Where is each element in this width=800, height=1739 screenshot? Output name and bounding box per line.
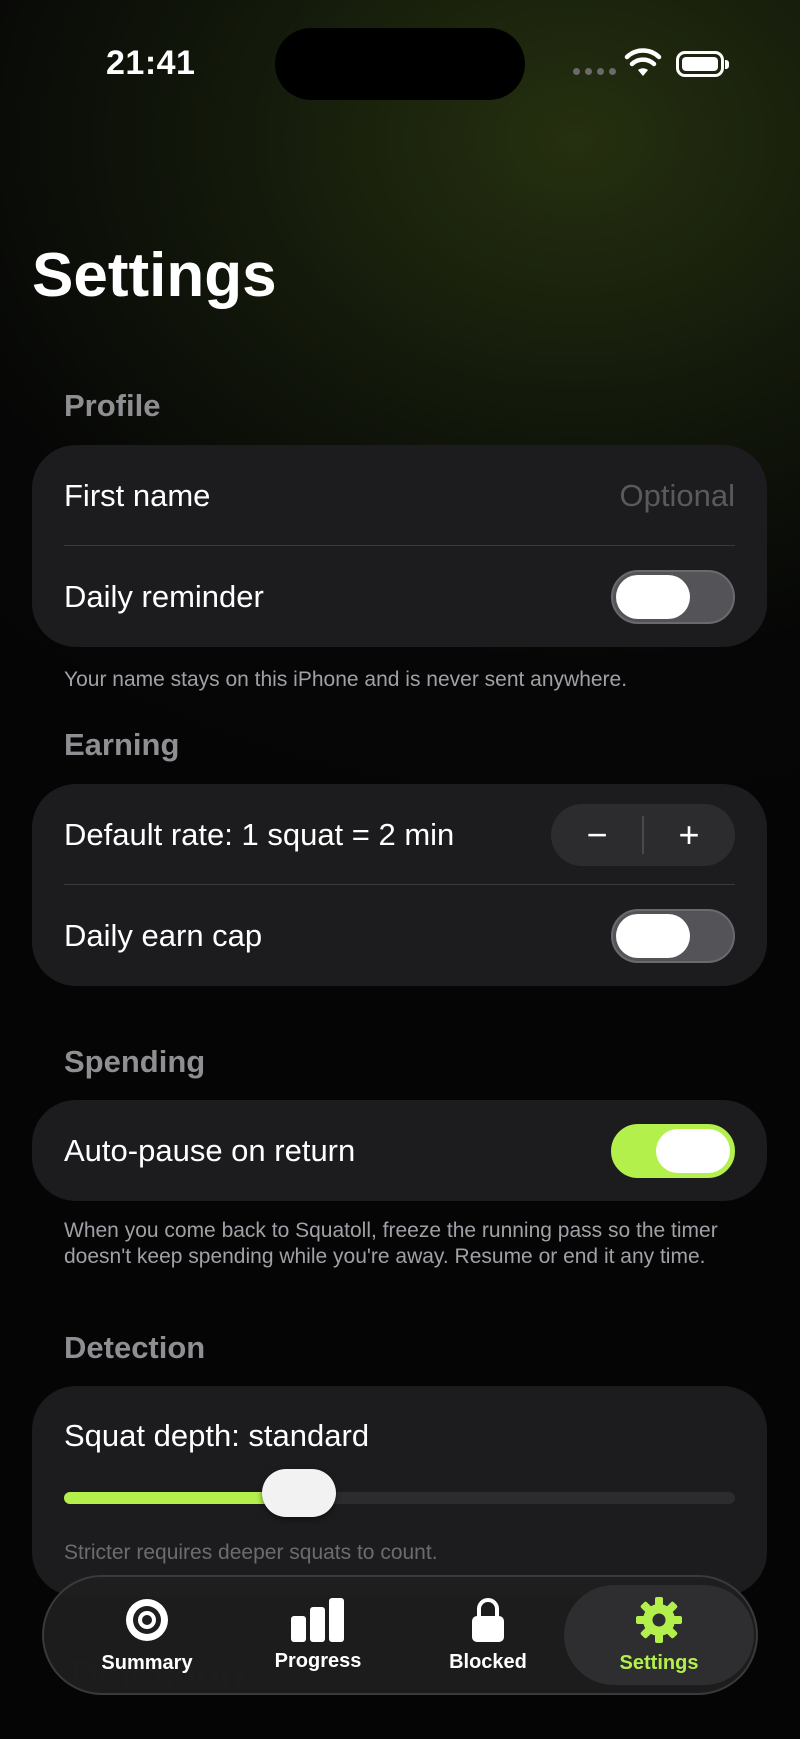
detection-card: Squat depth: standard Stricter requires … [32,1386,767,1596]
section-header-spending: Spending [64,1044,206,1079]
squat-depth-row: Squat depth: standard [32,1386,767,1486]
slider-thumb[interactable] [261,1469,336,1517]
stepper-separator [642,815,644,854]
tab-label: Progress [274,1649,362,1672]
status-bar: 21:41 [0,0,800,130]
spending-footer: When you come back to Squatoll, freeze t… [64,1219,718,1268]
daily-cap-row: Daily earn cap [32,885,767,986]
default-rate-label: Default rate: 1 squat = 2 min [64,816,455,852]
auto-pause-label: Auto-pause on return [64,1132,356,1168]
squat-depth-label: Squat depth: standard [64,1418,370,1453]
squat-depth-caption: Stricter requires deeper squats to count… [64,1541,438,1564]
section-header-earning: Earning [64,727,180,762]
tab-progress[interactable]: Progress [233,1577,403,1693]
profile-footer: Your name stays on this iPhone and is ne… [64,668,628,691]
squat-depth-slider[interactable] [64,1469,735,1517]
daily-reminder-toggle[interactable] [611,569,735,624]
daily-reminder-row: Daily reminder [32,546,767,647]
default-rate-row: Default rate: 1 squat = 2 min − + [32,784,767,885]
toggle-knob [656,1128,730,1173]
toggle-knob [616,574,690,619]
spending-card: Auto-pause on return [32,1100,767,1201]
stepper-plus-button[interactable]: + [643,804,735,866]
profile-card: First name Optional Daily reminder [32,445,767,647]
first-name-input[interactable]: Optional [620,478,735,514]
section-header-profile: Profile [64,388,161,423]
first-name-row[interactable]: First name Optional [32,445,767,546]
auto-pause-toggle[interactable] [611,1123,735,1178]
first-name-label: First name [64,477,211,513]
tab-label: Summary [101,1651,193,1674]
tab-bar: Summary Progress Blocked Settings [42,1575,758,1695]
earning-card: Default rate: 1 squat = 2 min − + Daily … [32,784,767,986]
cellular-signal-icon [573,68,616,75]
page-title: Settings [32,241,277,310]
section-header-detection: Detection [64,1330,206,1365]
battery-icon [676,51,729,77]
bar-chart-icon [291,1597,344,1642]
auto-pause-row: Auto-pause on return [32,1100,767,1201]
stepper-minus-button[interactable]: − [551,804,643,866]
target-icon [126,1598,168,1641]
status-time: 21:41 [106,44,196,82]
daily-reminder-label: Daily reminder [64,578,264,614]
rate-stepper: − + [551,803,735,866]
tab-blocked[interactable]: Blocked [403,1577,573,1693]
daily-cap-toggle[interactable] [611,908,735,963]
tab-summary[interactable]: Summary [62,1577,232,1693]
tab-label: Blocked [449,1650,527,1673]
dynamic-island [275,28,525,100]
daily-cap-label: Daily earn cap [64,917,263,953]
lock-icon [472,1597,504,1642]
tab-label: Settings [619,1651,699,1674]
tab-settings[interactable]: Settings [564,1585,754,1685]
toggle-knob [616,913,690,958]
gear-icon [636,1596,682,1643]
wifi-icon [624,48,662,76]
